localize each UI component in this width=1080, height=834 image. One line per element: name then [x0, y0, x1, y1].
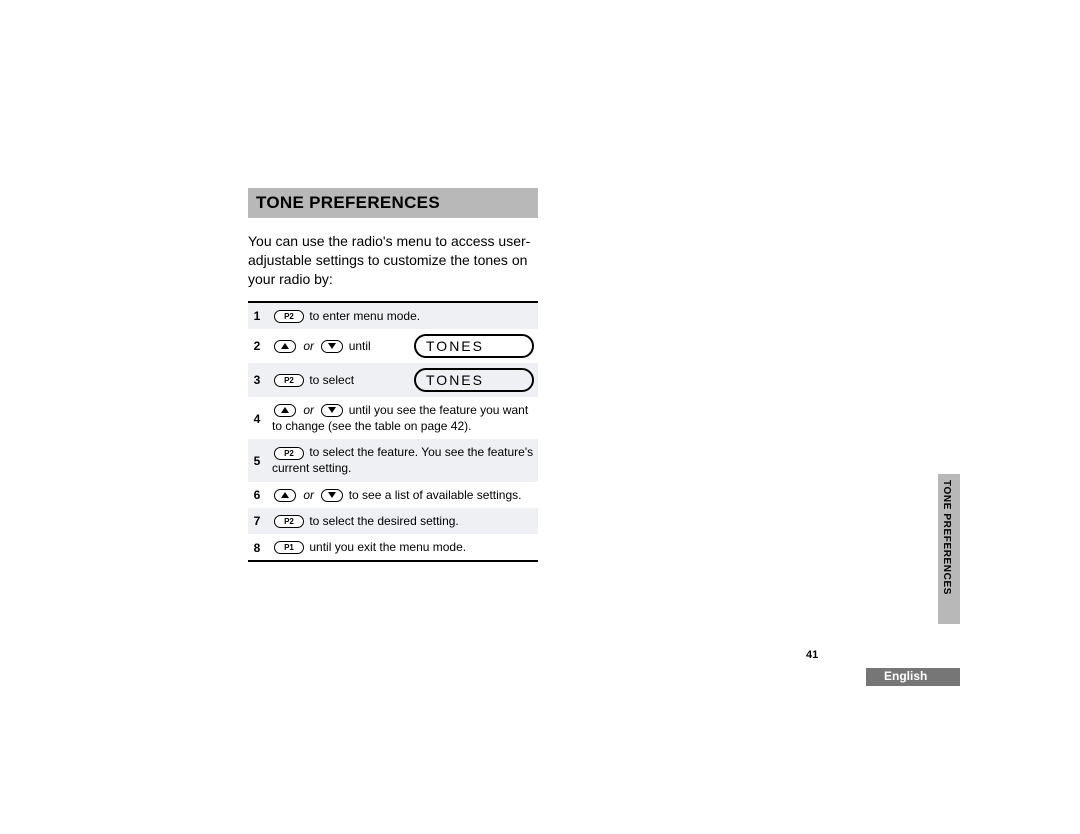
- intro-paragraph: You can use the radio's menu to access u…: [248, 232, 538, 289]
- step-display: TONES: [414, 368, 534, 392]
- step-text: P2 to select the feature. You see the fe…: [266, 444, 534, 476]
- step-text-after: to select the desired setting.: [309, 514, 458, 528]
- step-text: P2 to enter menu mode.: [266, 308, 534, 324]
- step-row: 2 or until TONES: [248, 329, 538, 363]
- step-row: 7 P2 to select the desired setting.: [248, 508, 538, 534]
- down-button-icon: [321, 489, 343, 502]
- lcd-display: TONES: [414, 368, 534, 392]
- section-heading: TONE PREFERENCES: [248, 188, 538, 218]
- step-text-after: to select the feature. You see the featu…: [272, 445, 533, 475]
- step-row: 5 P2 to select the feature. You see the …: [248, 439, 538, 481]
- step-row: 3 P2 to select TONES: [248, 363, 538, 397]
- page-number: 41: [806, 649, 818, 661]
- step-text: or until: [266, 338, 406, 354]
- step-number: 4: [248, 411, 266, 426]
- step-text-after: to select: [309, 373, 354, 387]
- manual-page: TONE PREFERENCES You can use the radio's…: [0, 0, 1080, 834]
- step-text: P2 to select: [266, 372, 406, 388]
- lcd-display: TONES: [414, 334, 534, 358]
- step-row: 4 or until you see the feature you want …: [248, 397, 538, 439]
- step-text: P2 to select the desired setting.: [266, 513, 534, 529]
- steps-table: 1 P2 to enter menu mode. 2 or unt: [248, 301, 538, 563]
- p2-button-icon: P2: [274, 447, 304, 460]
- or-text: or: [303, 403, 314, 417]
- step-text: or until you see the feature you want to…: [266, 402, 534, 434]
- step-display: TONES: [414, 334, 534, 358]
- step-number: 7: [248, 513, 266, 528]
- step-number: 1: [248, 308, 266, 323]
- step-text-after: to see a list of available settings.: [349, 488, 522, 502]
- step-number: 5: [248, 453, 266, 468]
- down-button-icon: [321, 340, 343, 353]
- down-button-icon: [321, 404, 343, 417]
- language-label: English: [884, 669, 927, 683]
- up-button-icon: [274, 489, 296, 502]
- step-number: 8: [248, 540, 266, 555]
- p2-button-icon: P2: [274, 310, 304, 323]
- up-button-icon: [274, 340, 296, 353]
- or-text: or: [303, 488, 314, 502]
- step-row: 6 or to see a list of available settings…: [248, 482, 538, 508]
- step-text-after: to enter menu mode.: [309, 309, 420, 323]
- step-text: P1 until you exit the menu mode.: [266, 539, 534, 555]
- side-tab: TONE PREFERENCES: [938, 474, 960, 624]
- step-text: or to see a list of available settings.: [266, 487, 534, 503]
- p2-button-icon: P2: [274, 374, 304, 387]
- step-number: 6: [248, 487, 266, 502]
- step-text-after: until you exit the menu mode.: [309, 540, 466, 554]
- step-number: 3: [248, 372, 266, 387]
- step-row: 1 P2 to enter menu mode.: [248, 303, 538, 329]
- p2-button-icon: P2: [274, 515, 304, 528]
- side-tab-label: TONE PREFERENCES: [941, 480, 952, 595]
- p1-button-icon: P1: [274, 541, 304, 554]
- or-text: or: [303, 339, 314, 353]
- step-row: 8 P1 until you exit the menu mode.: [248, 534, 538, 562]
- main-content: TONE PREFERENCES You can use the radio's…: [248, 188, 538, 562]
- up-button-icon: [274, 404, 296, 417]
- language-footer: English: [866, 668, 960, 686]
- until-text: until: [349, 339, 371, 353]
- step-number: 2: [248, 338, 266, 353]
